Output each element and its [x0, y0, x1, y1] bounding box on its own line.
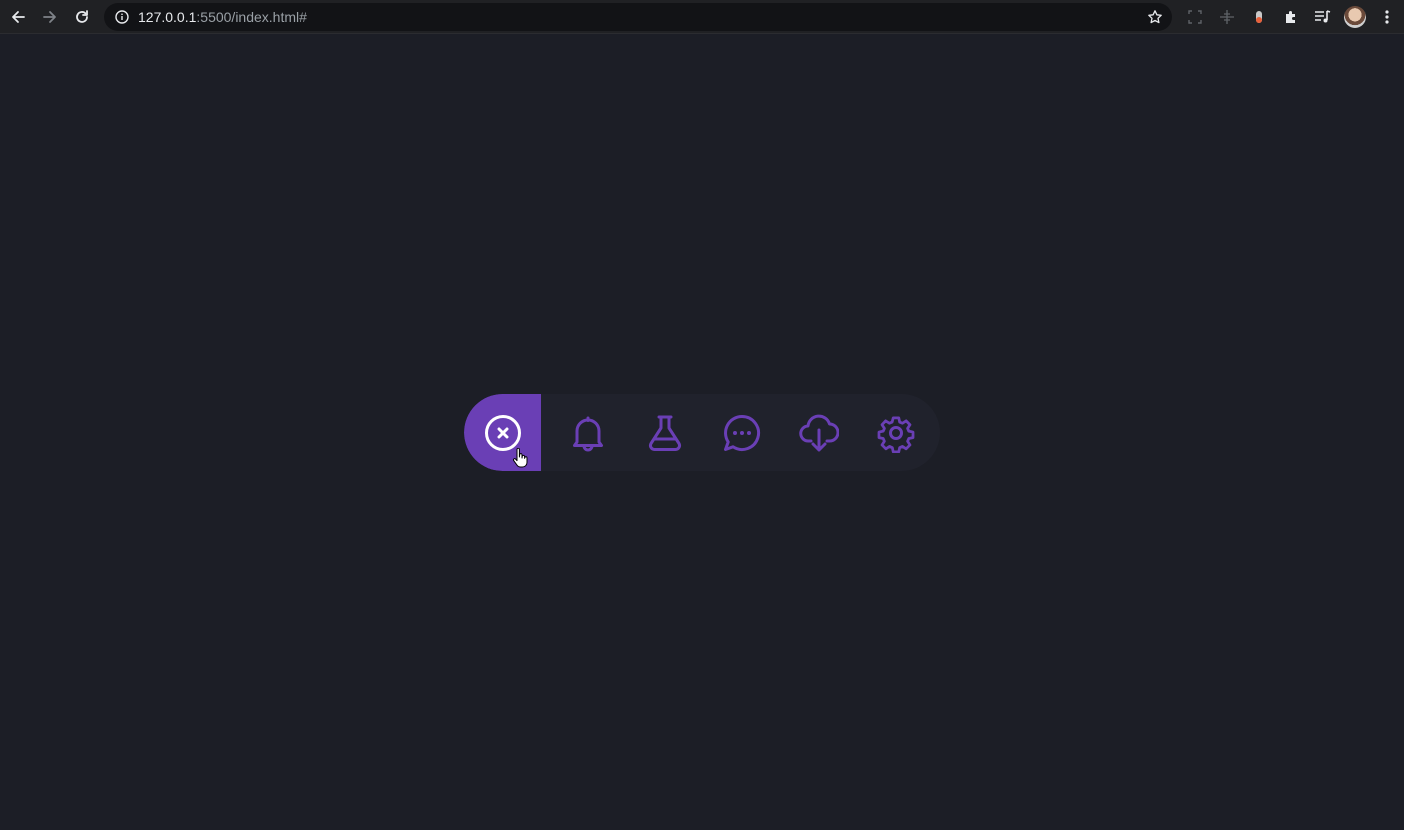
address-bar[interactable]: 127.0.0.1:5500/index.html#	[104, 3, 1172, 31]
gear-icon	[877, 415, 914, 453]
menu-kebab-icon	[1385, 10, 1389, 24]
media-control-icon	[1315, 10, 1331, 23]
reload-icon	[76, 10, 88, 23]
browser-menu-button[interactable]	[1377, 7, 1397, 27]
color-extension[interactable]	[1249, 7, 1269, 27]
reload-button[interactable]	[70, 5, 94, 29]
extensions-icon	[1286, 11, 1295, 23]
forward-arrow-icon	[43, 11, 56, 23]
chat-bubble-icon	[723, 414, 760, 451]
bookmark-star-button[interactable]	[1146, 8, 1164, 26]
star-icon	[1148, 10, 1162, 24]
menu-item-download[interactable]	[780, 394, 857, 471]
cloud-download-icon	[798, 414, 839, 451]
url-host: 127.0.0.1	[138, 9, 197, 25]
bell-icon	[572, 416, 603, 451]
ruler-icon	[1220, 10, 1234, 24]
extensions-button[interactable]	[1281, 7, 1301, 27]
profile-avatar[interactable]	[1344, 6, 1366, 28]
info-icon[interactable]	[114, 9, 130, 25]
ruler-extension[interactable]	[1217, 7, 1237, 27]
forward-button[interactable]	[38, 5, 62, 29]
screen-capture-extension[interactable]	[1185, 7, 1205, 27]
flask-icon	[648, 415, 681, 451]
media-control-button[interactable]	[1313, 7, 1333, 27]
menu-item-settings[interactable]	[857, 394, 934, 471]
icon-menu-bar	[464, 394, 940, 471]
url-path: :5500/index.html#	[196, 9, 307, 25]
capture-frame-icon	[1188, 10, 1202, 24]
url-text: 127.0.0.1:5500/index.html#	[138, 9, 307, 25]
menu-item-lab[interactable]	[626, 394, 703, 471]
back-arrow-icon	[12, 11, 25, 23]
menu-item-notifications[interactable]	[549, 394, 626, 471]
menu-toggle-button[interactable]	[464, 394, 541, 471]
close-circle-icon	[484, 414, 521, 451]
browser-toolbar: 127.0.0.1:5500/index.html#	[0, 0, 1404, 34]
menu-item-chat[interactable]	[703, 394, 780, 471]
capsule-icon	[1256, 11, 1262, 23]
back-button[interactable]	[6, 5, 30, 29]
